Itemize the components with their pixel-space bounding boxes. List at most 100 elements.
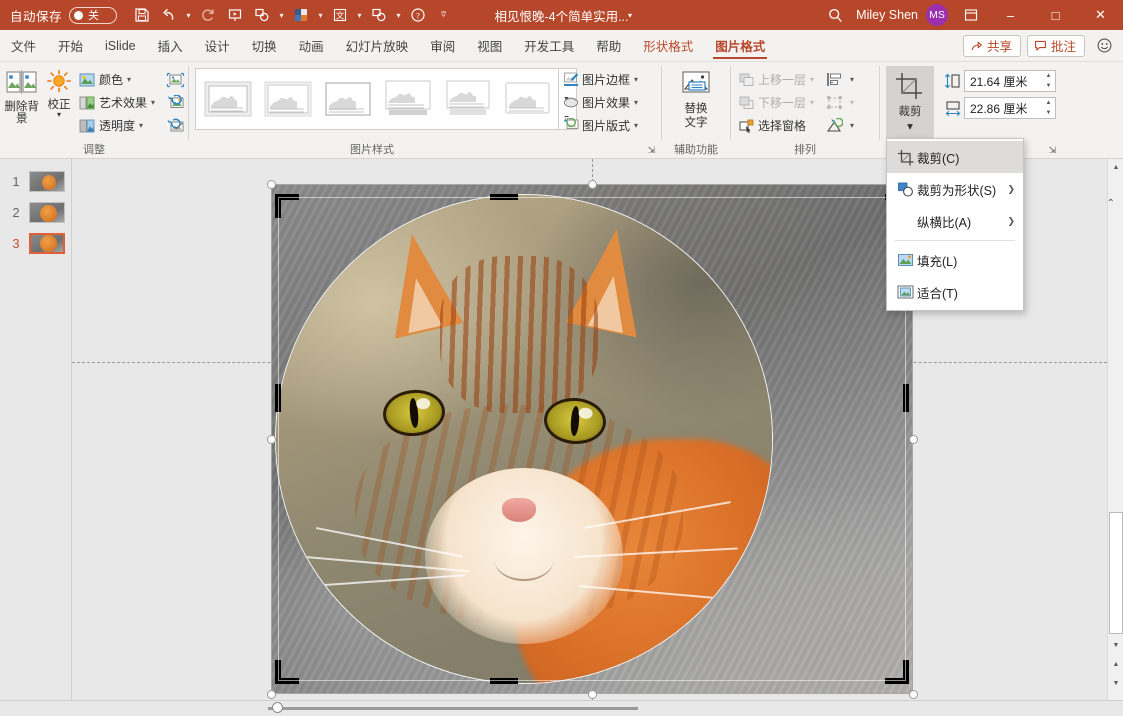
resize-handle-bottom-center[interactable] (588, 690, 597, 699)
color-chevron-down-icon[interactable]: ▾ (315, 3, 326, 27)
bring-forward-chevron-down-icon[interactable]: ▾ (810, 75, 814, 84)
slide-thumbnail-item[interactable]: 3 (0, 233, 71, 254)
shape-width-spinner[interactable]: ▲ ▼ (1042, 98, 1055, 118)
height-spin-up-icon[interactable]: ▲ (1042, 71, 1055, 81)
transparency-button[interactable]: 透明度 ▾ (76, 114, 158, 137)
present-icon[interactable] (222, 3, 248, 27)
height-spin-down-icon[interactable]: ▼ (1042, 81, 1055, 91)
picture-cat[interactable] (271, 184, 913, 694)
rotate-button[interactable]: ▾ (823, 114, 854, 137)
slide-thumbnail-image[interactable] (29, 202, 65, 223)
width-spin-up-icon[interactable]: ▲ (1042, 98, 1055, 108)
align-chevron-down-icon[interactable]: ▾ (850, 75, 854, 84)
resize-handle-bottom-right[interactable] (909, 690, 918, 699)
compress-pictures-button[interactable] (162, 68, 188, 91)
minimize-button[interactable]: – (988, 0, 1033, 30)
share-button[interactable]: 共享 (962, 34, 1021, 57)
undo-icon[interactable] (156, 3, 182, 27)
picture-style-thumb[interactable] (201, 79, 255, 119)
shape-width-input[interactable]: 22.86 厘米 ▲ ▼ (964, 97, 1056, 119)
crop-button[interactable]: 裁剪 ▾ (886, 66, 934, 138)
comment-button[interactable]: 批注 (1026, 34, 1085, 57)
resize-handle-right-middle[interactable] (909, 435, 918, 444)
tab-review[interactable]: 审阅 (419, 30, 466, 61)
send-backward-button[interactable]: 下移一层 ▾ (735, 91, 817, 114)
feedback-smiley-icon[interactable] (1091, 37, 1117, 54)
width-spin-down-icon[interactable]: ▼ (1042, 108, 1055, 118)
picture-style-thumb[interactable] (261, 79, 315, 119)
shape2-chevron-down-icon[interactable]: ▾ (393, 3, 404, 27)
tab-developer[interactable]: 开发工具 (513, 30, 585, 61)
reset-picture-button[interactable] (162, 114, 188, 137)
vertical-scrollbar[interactable]: ▲ ▼ ▲ ▼ (1107, 159, 1123, 700)
shape2-icon[interactable] (366, 3, 392, 27)
tab-picture-format[interactable]: 图片格式 (704, 30, 776, 61)
scroll-down-icon[interactable]: ▼ (1108, 637, 1123, 653)
tab-design[interactable]: 设计 (194, 30, 241, 61)
bring-forward-button[interactable]: 上移一层 ▾ (735, 68, 817, 91)
tab-home[interactable]: 开始 (47, 30, 94, 61)
tab-animations[interactable]: 动画 (288, 30, 335, 61)
tab-view[interactable]: 视图 (466, 30, 513, 61)
corrections-button[interactable]: 校正 ▾ (44, 66, 74, 119)
autosave-toggle[interactable]: 关 (69, 6, 118, 24)
tab-shape-format[interactable]: 形状格式 (632, 30, 704, 61)
color-block-icon[interactable] (288, 3, 314, 27)
shape-icon[interactable] (249, 3, 275, 27)
artistic-effects-chevron-down-icon[interactable]: ▾ (151, 98, 155, 107)
text-icon[interactable]: 文 (327, 3, 353, 27)
picture-style-thumb[interactable] (321, 79, 375, 119)
corrections-chevron-down-icon[interactable]: ▾ (57, 111, 61, 119)
picture-layout-button[interactable]: 图片版式 ▾ (559, 114, 641, 137)
shape-height-spinner[interactable]: ▲ ▼ (1042, 71, 1055, 91)
group-button[interactable]: ▾ (823, 91, 854, 114)
scrollbar-thumb[interactable] (1109, 512, 1123, 634)
menu-item-aspect-ratio[interactable]: 纵横比(A) ❯ (887, 205, 1023, 237)
picture-border-chevron-down-icon[interactable]: ▾ (634, 75, 638, 84)
picture-style-thumb[interactable] (441, 79, 495, 119)
resize-handle-left-middle[interactable] (267, 435, 276, 444)
tab-transitions[interactable]: 切换 (241, 30, 288, 61)
menu-item-fit[interactable]: 适合(T) (887, 276, 1023, 308)
artistic-effects-button[interactable]: 艺术效果 ▾ (76, 91, 158, 114)
slide-thumbnail-image[interactable] (29, 233, 65, 254)
picture-effects-chevron-down-icon[interactable]: ▾ (634, 98, 638, 107)
save-icon[interactable] (129, 3, 155, 27)
picture-effects-button[interactable]: 图片效果 ▾ (559, 91, 641, 114)
next-slide-icon[interactable]: ▼ (1108, 675, 1123, 691)
slide-thumbnail-item[interactable]: 1 (0, 171, 71, 192)
maximize-button[interactable]: □ (1033, 0, 1078, 30)
group-chevron-down-icon[interactable]: ▾ (850, 98, 854, 107)
shape-chevron-down-icon[interactable]: ▾ (276, 3, 287, 27)
picture-style-thumb[interactable] (501, 79, 555, 119)
title-chevron-down-icon[interactable]: ▾ (628, 11, 632, 20)
size-dialog-launcher[interactable]: ⇲ (1046, 144, 1059, 157)
change-picture-button[interactable] (162, 91, 188, 114)
resize-handle-bottom-left[interactable] (267, 690, 276, 699)
undo-chevron-down-icon[interactable]: ▾ (183, 3, 194, 27)
slide-thumbnail-image[interactable] (29, 171, 65, 192)
shape-height-input[interactable]: 21.64 厘米 ▲ ▼ (964, 70, 1056, 92)
crop-chevron-down-icon[interactable]: ▾ (907, 119, 913, 133)
tab-help[interactable]: 帮助 (585, 30, 632, 61)
selection-pane-button[interactable]: 选择窗格 (735, 114, 817, 137)
menu-item-crop-to-shape[interactable]: 裁剪为形状(S) ❯ (887, 173, 1023, 205)
help-icon[interactable]: ? (405, 3, 431, 27)
picture-styles-dialog-launcher[interactable]: ⇲ (645, 144, 658, 157)
tab-file[interactable]: 文件 (0, 30, 47, 61)
close-button[interactable]: ✕ (1078, 0, 1123, 30)
picture-layout-chevron-down-icon[interactable]: ▾ (634, 121, 638, 130)
picture-styles-gallery[interactable]: ▲ ▼ ⩢ (195, 68, 577, 130)
picture-style-thumb[interactable] (381, 79, 435, 119)
tab-insert[interactable]: 插入 (147, 30, 194, 61)
search-icon[interactable] (818, 0, 852, 30)
menu-item-crop[interactable]: 裁剪(C) (887, 141, 1023, 173)
picture-border-button[interactable]: 图片边框 ▾ (559, 68, 641, 91)
remove-background-button[interactable]: 删除背景 (4, 66, 39, 125)
alt-text-button[interactable]: 替换 文字 (667, 66, 725, 129)
collapse-ribbon-button[interactable]: ⌃ (1107, 198, 1115, 209)
zoom-slider-knob[interactable] (272, 702, 283, 713)
align-button[interactable]: ▾ (823, 68, 854, 91)
slide-thumbnail-item[interactable]: 2 (0, 202, 71, 223)
rotate-chevron-down-icon[interactable]: ▾ (850, 121, 854, 130)
